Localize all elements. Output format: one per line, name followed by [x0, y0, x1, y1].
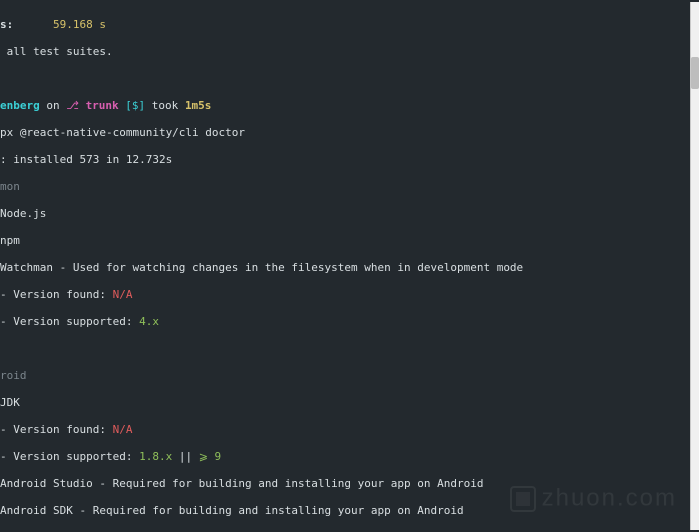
watchman-version-supported: 4.x	[139, 315, 159, 328]
section-common: mon	[0, 180, 699, 194]
suites-line: all test suites.	[0, 45, 699, 59]
watchman-version-found: N/A	[113, 288, 133, 301]
scrollbar-thumb[interactable]	[691, 57, 699, 89]
npm-line: npm	[0, 234, 699, 248]
android-sdk-line: Android SDK - Required for building and …	[0, 504, 699, 518]
time-label: s:	[0, 18, 13, 31]
android-studio-line: Android Studio - Required for building a…	[0, 477, 699, 491]
section-android: roid	[0, 369, 699, 383]
watchman-line: Watchman - Used for watching changes in …	[0, 261, 699, 275]
command-line: px @react-native-community/cli doctor	[0, 126, 699, 140]
prompt-duration: 1m5s	[185, 99, 212, 112]
jdk-line: JDK	[0, 396, 699, 410]
prompt-line: enberg on ⎇ trunk [$] took 1m5s	[0, 99, 699, 113]
scrollbar[interactable]	[690, 2, 699, 530]
git-branch: trunk	[86, 99, 119, 112]
install-line: : installed 573 in 12.732s	[0, 153, 699, 167]
jdk-version-found: N/A	[113, 423, 133, 436]
jdk-version-supported-b: ⩾ 9	[199, 450, 221, 463]
git-branch-icon: ⎇	[66, 99, 85, 112]
time-value: 59.168 s	[53, 18, 106, 31]
nodejs-line: Node.js	[0, 207, 699, 221]
jdk-version-supported-a: 1.8.x	[139, 450, 172, 463]
prompt-user: enberg	[0, 99, 40, 112]
terminal-output: s: 59.168 s all test suites. enberg on ⎇…	[0, 0, 699, 532]
